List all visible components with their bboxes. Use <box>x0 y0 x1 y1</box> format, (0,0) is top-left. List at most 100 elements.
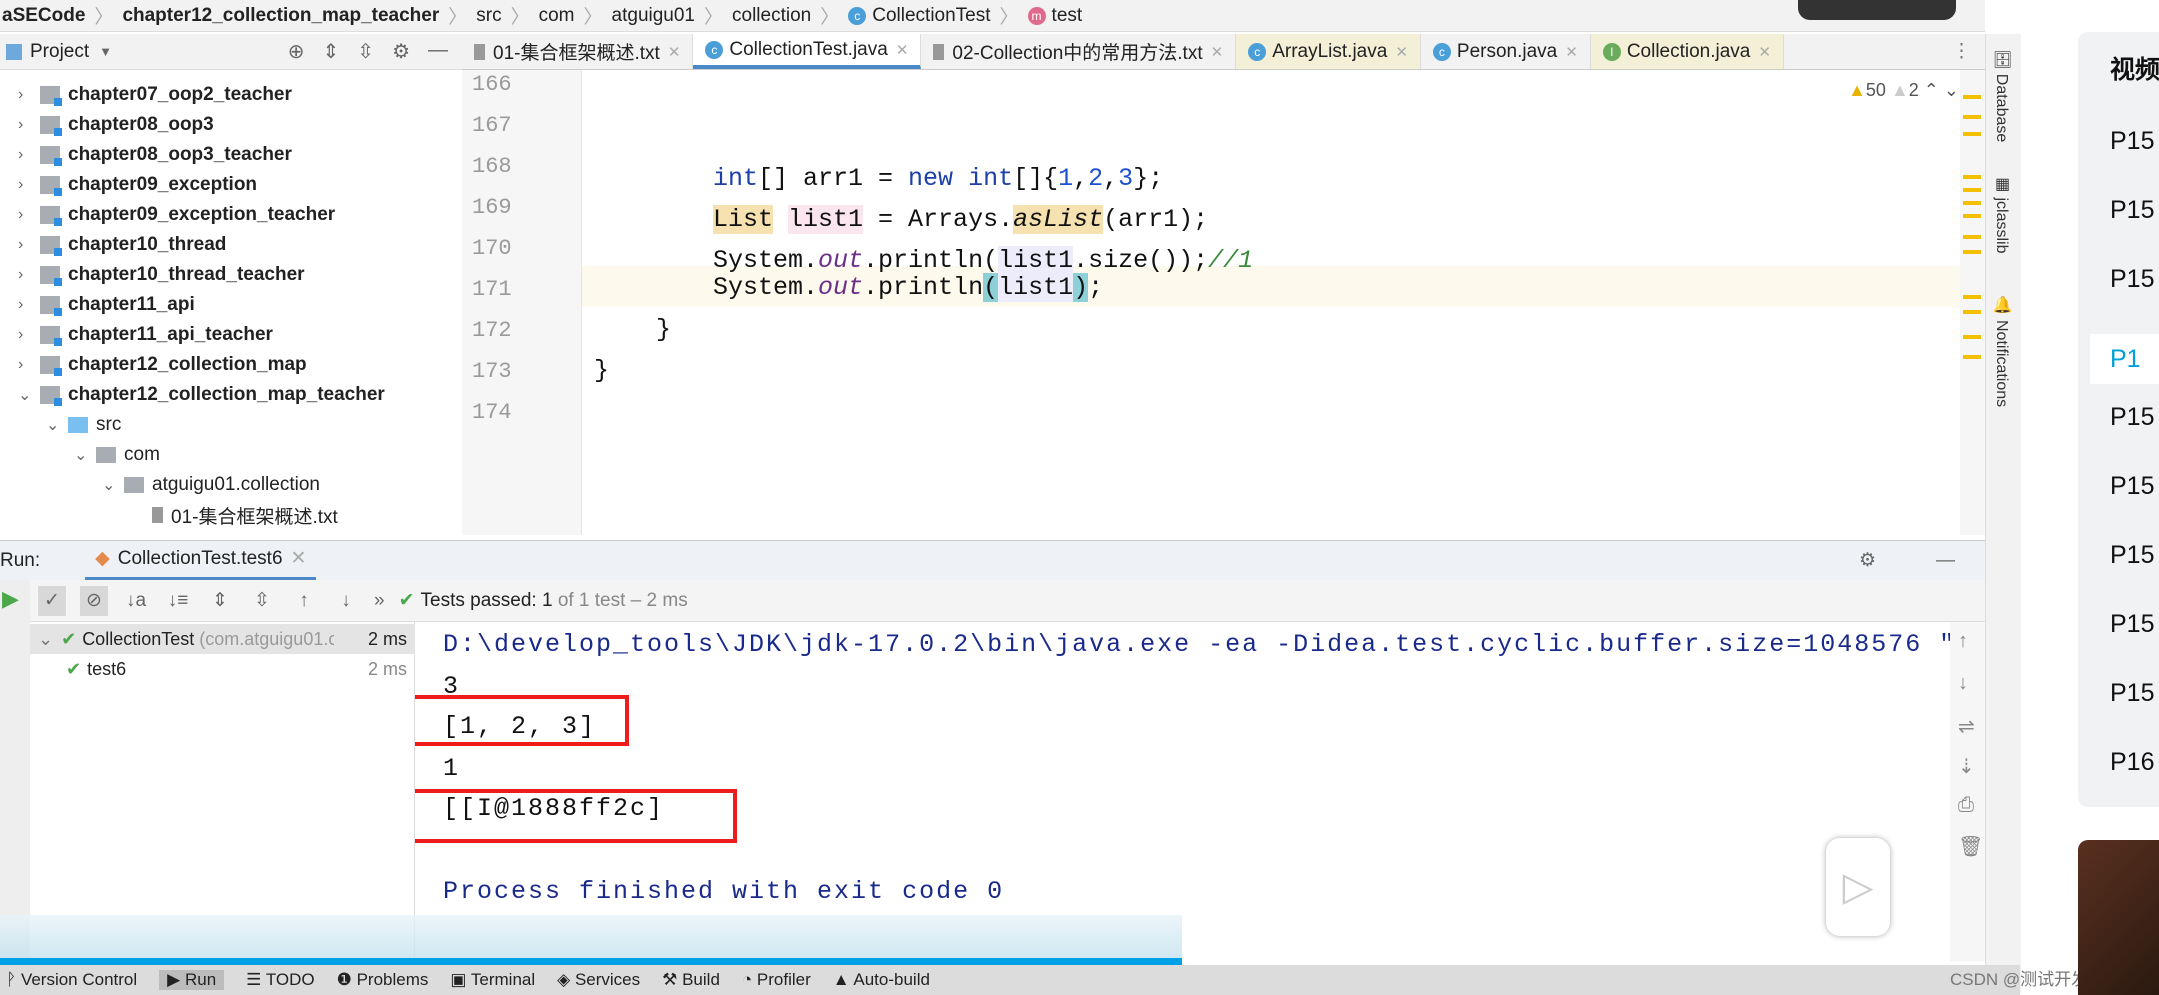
chevron-right-icon[interactable]: › <box>18 86 40 104</box>
breadcrumb-item[interactable]: chapter12_collection_map_teacher <box>122 5 439 27</box>
soft-wrap-icon[interactable]: ⇌ <box>1958 714 1975 739</box>
breadcrumb-item[interactable]: test <box>1052 5 1083 27</box>
show-passed-icon[interactable]: ✓ <box>38 585 66 616</box>
warning-marker[interactable] <box>1963 295 1981 299</box>
chevron-right-icon[interactable]: › <box>18 296 40 314</box>
jclasslib-tool[interactable]: ▦ jclasslib <box>1992 174 2011 253</box>
chevron-down-icon[interactable]: ▼ <box>99 44 112 59</box>
tool-todo[interactable]: ☰ TODO <box>246 970 314 990</box>
warning-marker[interactable] <box>1963 335 1981 339</box>
more-tabs-icon[interactable]: ⋮ <box>1938 34 1985 69</box>
tab-collection[interactable]: I Collection.java ✕ <box>1590 34 1784 69</box>
locate-icon[interactable]: ⊕ <box>288 39 305 64</box>
playlist-item[interactable]: P1 <box>2090 334 2159 384</box>
tree-item[interactable]: › chapter09_exception_teacher <box>18 200 335 230</box>
scroll-up-icon[interactable]: ↑ <box>1958 630 1968 653</box>
expand-all-icon[interactable]: ⇕ <box>323 39 340 64</box>
close-icon[interactable]: ✕ <box>1758 43 1771 61</box>
tab-01-txt[interactable]: 01-集合框架概述.txt ✕ <box>462 34 694 69</box>
tree-item[interactable]: › chapter08_oop3_teacher <box>18 140 292 170</box>
chevron-down-icon[interactable]: ⌄ <box>38 629 53 650</box>
tree-item[interactable]: ⌄ src <box>46 410 121 440</box>
playlist-item[interactable]: P15 <box>2110 403 2154 432</box>
tool-version-control[interactable]: ᚹ Version Control <box>6 970 137 990</box>
warning-marker[interactable] <box>1963 235 1981 239</box>
chevron-right-icon[interactable]: › <box>18 146 40 164</box>
playlist-item[interactable]: P15 <box>2110 196 2154 225</box>
playlist-item[interactable]: P15 <box>2110 679 2154 708</box>
chevron-right-icon[interactable]: › <box>18 206 40 224</box>
playlist-item[interactable]: P15 <box>2110 265 2154 294</box>
tool-problems[interactable]: ❶ Problems <box>337 970 429 990</box>
playlist-item[interactable]: P15 <box>2110 541 2154 570</box>
video-progress-bar[interactable] <box>0 958 1182 965</box>
warning-marker[interactable] <box>1963 175 1981 179</box>
playlist-item[interactable]: P15 <box>2110 127 2154 156</box>
tree-item[interactable]: › chapter09_exception <box>18 170 257 200</box>
scroll-down-icon[interactable]: ↓ <box>1958 672 1968 695</box>
chevron-down-icon[interactable]: ⌄ <box>74 445 96 465</box>
video-thumbnail[interactable] <box>2078 840 2159 995</box>
breadcrumb-item[interactable]: aSECode <box>2 5 85 27</box>
gear-icon[interactable]: ⚙ <box>392 39 410 64</box>
code-lines[interactable]: int[] arr1 = new int[]{1,2,3}; List list… <box>582 70 1960 535</box>
warning-marker[interactable] <box>1963 250 1981 254</box>
tree-item[interactable]: › chapter08_oop3 <box>18 110 214 140</box>
sort-duration-icon[interactable]: ↓≡ <box>164 586 192 616</box>
error-stripe[interactable] <box>1960 70 1985 535</box>
warning-marker[interactable] <box>1963 132 1981 136</box>
tree-item[interactable]: ⌄ com <box>74 440 160 470</box>
chevron-right-icon[interactable]: › <box>18 116 40 134</box>
chevron-right-icon[interactable]: › <box>18 266 40 284</box>
chevron-right-icon[interactable]: › <box>18 356 40 374</box>
breadcrumb-item[interactable]: src <box>476 5 501 27</box>
tree-item[interactable]: › chapter07_oop2_teacher <box>18 80 292 110</box>
expand-all-icon[interactable]: ⇕ <box>206 586 234 616</box>
close-icon[interactable]: ✕ <box>1395 43 1408 61</box>
hide-icon[interactable]: — <box>428 39 448 64</box>
tree-item[interactable]: 01-集合框架概述.txt <box>130 500 338 530</box>
collapse-all-icon[interactable]: ⇳ <box>248 586 276 616</box>
close-icon[interactable]: ✕ <box>896 41 909 59</box>
chevron-down-icon[interactable]: ⌄ <box>102 475 124 495</box>
tree-item[interactable]: › chapter11_api_teacher <box>18 320 273 350</box>
next-highlight-icon[interactable]: ⌄ <box>1944 80 1959 100</box>
tree-item[interactable]: ⌄ chapter12_collection_map_teacher <box>18 380 385 410</box>
tool-run[interactable]: ▶ Run <box>159 970 225 990</box>
playlist-item[interactable]: P15 <box>2110 610 2154 639</box>
warning-marker[interactable] <box>1963 201 1981 205</box>
rerun-icon[interactable]: ▶ <box>0 580 30 618</box>
breadcrumb-item[interactable]: com <box>539 5 575 27</box>
close-icon[interactable]: ✕ <box>668 43 681 61</box>
tree-item[interactable]: › chapter10_thread_teacher <box>18 260 305 290</box>
chevron-right-icon[interactable]: › <box>18 326 40 344</box>
playlist-item[interactable]: P15 <box>2110 472 2154 501</box>
tool-profiler[interactable]: ◔ Profiler <box>742 970 811 990</box>
close-icon[interactable]: ✕ <box>1565 43 1578 61</box>
chevron-right-icon[interactable]: › <box>18 176 40 194</box>
run-tab[interactable]: ◆ CollectionTest.test6 ✕ <box>85 541 317 581</box>
play-button[interactable]: ▷ <box>1826 838 1890 936</box>
project-dropdown[interactable]: Project <box>30 41 89 63</box>
tool-auto-build[interactable]: ▲ Auto-build <box>833 970 930 990</box>
chevron-right-icon[interactable]: › <box>18 236 40 254</box>
tab-person[interactable]: c Person.java ✕ <box>1421 34 1591 69</box>
breadcrumb-item[interactable]: CollectionTest <box>872 5 990 27</box>
sort-alpha-icon[interactable]: ↓a <box>122 586 150 616</box>
warning-marker[interactable] <box>1963 214 1981 218</box>
tool-build[interactable]: ⚒ Build <box>662 970 720 990</box>
warning-marker[interactable] <box>1963 95 1981 99</box>
more-icon[interactable]: » <box>374 590 385 612</box>
show-ignored-icon[interactable]: ⊘ <box>80 585 108 616</box>
tab-collectiontest[interactable]: c CollectionTest.java ✕ <box>693 34 922 69</box>
test-suite-row[interactable]: ⌄ ✔ CollectionTest (com.atguigu01.cc 2 ms <box>30 624 415 654</box>
close-icon[interactable]: ✕ <box>291 547 307 570</box>
warning-marker[interactable] <box>1963 355 1981 359</box>
warning-marker[interactable] <box>1963 115 1981 119</box>
prev-highlight-icon[interactable]: ⌃ <box>1924 80 1939 100</box>
collapse-all-icon[interactable]: ⇳ <box>357 39 374 64</box>
print-icon[interactable]: ⎙ <box>1958 794 1974 817</box>
inspection-widget[interactable]: ▲50 ▲2 ⌃ ⌄ <box>1848 80 1959 101</box>
gear-icon[interactable]: ⚙ <box>1859 549 1876 572</box>
tab-arraylist[interactable]: c ArrayList.java ✕ <box>1236 34 1421 69</box>
